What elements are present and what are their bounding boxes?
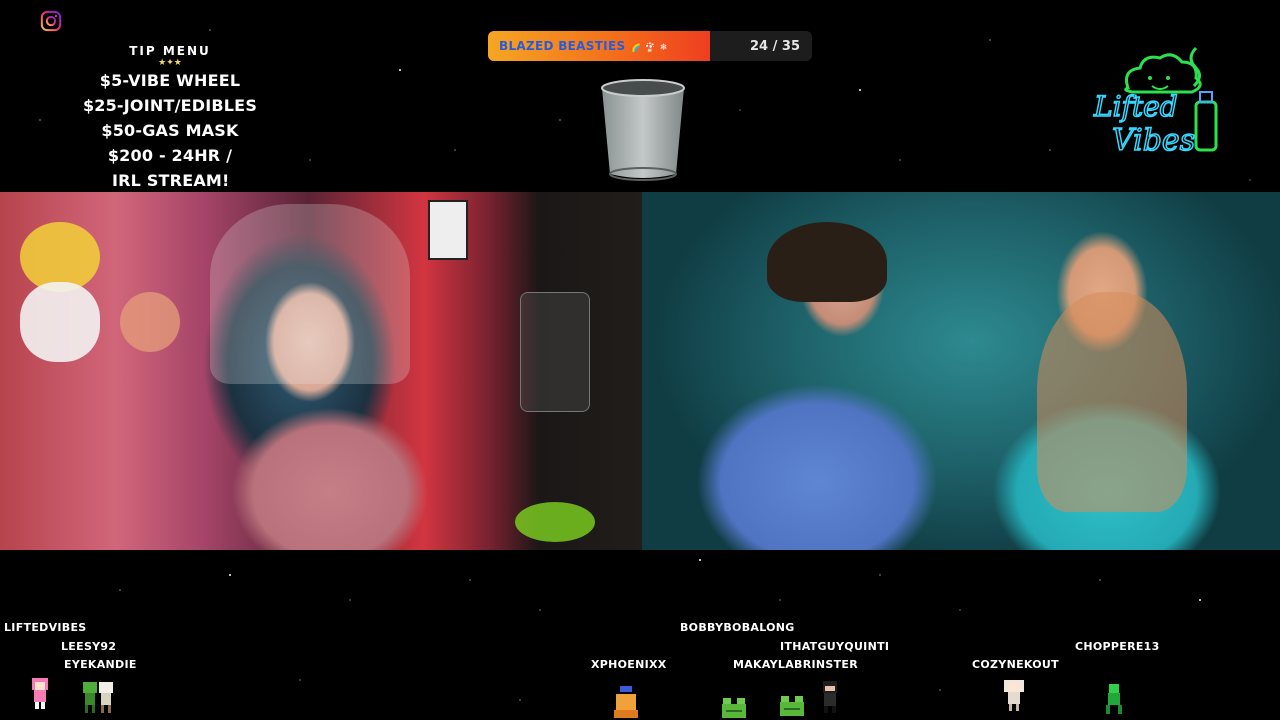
guest-video (642, 192, 1280, 550)
frog-avatar (722, 698, 746, 718)
tip-menu-title: TIP MENU (129, 44, 211, 58)
glass-jar (520, 292, 590, 412)
viewer-avatar (614, 686, 638, 718)
viewer-name: ITHATGUYQUINTI (780, 640, 890, 653)
tip-menu-item: $5-VIBE WHEEL (99, 71, 241, 90)
green-object (515, 502, 595, 542)
viewer-name: MAKAYLABRINSTER (733, 658, 858, 671)
tip-menu-item: IRL STREAM! (112, 171, 230, 190)
tip-goal-bar: BLAZED BEASTIES 🌈 🍄 ❄ 24 / 35 (488, 31, 812, 61)
cup-icon (601, 79, 685, 181)
tip-menu: TIP MENU ★✦★ $5-VIBE WHEEL $25-JOINT/EDI… (60, 44, 280, 193)
viewer-avatar (99, 682, 113, 713)
viewer-avatar (32, 678, 48, 709)
tip-menu-stars: ★✦★ (158, 58, 182, 68)
instagram-icon (40, 10, 62, 32)
logo-text-lifted: Lifted (1093, 90, 1178, 123)
goal-label: BLAZED BEASTIES 🌈 🍄 ❄ (499, 39, 668, 53)
person-hair (1037, 292, 1187, 512)
logo-text-vibes: Vibes (1112, 123, 1195, 158)
gaming-chair (210, 204, 410, 384)
person-hair (767, 222, 887, 302)
plush-toy (120, 292, 180, 352)
viewer-name: CHOPPERE13 (1075, 640, 1160, 653)
viewer-name: LEESY92 (61, 640, 117, 653)
plush-toy (20, 282, 100, 362)
goal-emojis: 🌈 🍄 ❄ (629, 43, 668, 53)
streamer-webcam (0, 192, 642, 550)
lifted-vibes-logo: Lifted Vibes (1092, 46, 1218, 159)
tip-menu-item: $200 - 24HR / (107, 146, 233, 165)
viewer-name: LIFTEDVIBES (4, 621, 87, 634)
viewer-name: BOBBYBOBALONG (680, 621, 795, 634)
goal-title: BLAZED BEASTIES (499, 39, 626, 53)
tip-menu-item: $50-GAS MASK (101, 121, 239, 140)
frog-avatar (780, 696, 804, 716)
viewer-avatar (1004, 680, 1024, 711)
viewer-name: XPHOENIXX (591, 658, 667, 671)
speed-limit-sign (428, 200, 468, 260)
viewer-name: COZYNEKOUT (972, 658, 1059, 671)
viewer-name: EYEKANDIE (64, 658, 137, 671)
viewer-avatar (1106, 684, 1122, 714)
tip-menu-item: $25-JOINT/EDIBLES (82, 96, 258, 115)
goal-count: 24 / 35 (750, 39, 800, 54)
viewer-avatar (823, 681, 837, 713)
